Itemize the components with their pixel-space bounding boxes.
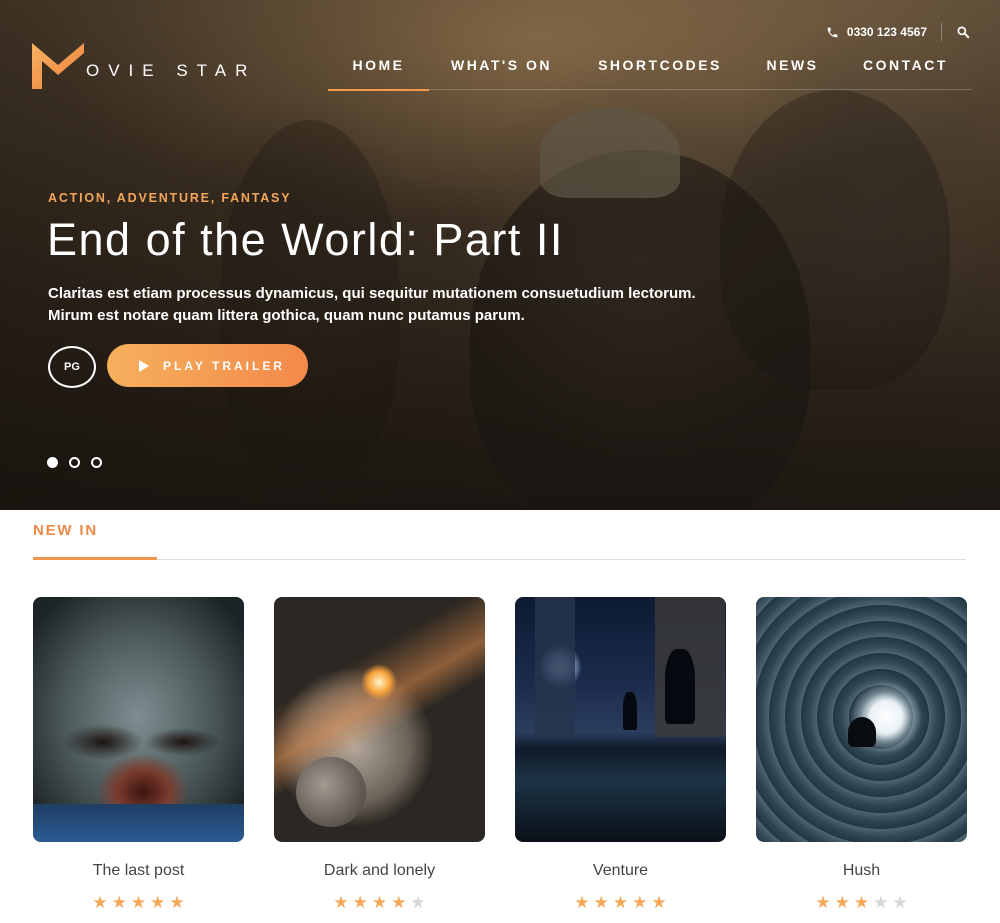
star-rating: ★ ★ ★ ★ ★ bbox=[33, 894, 244, 911]
star-rating: ★ ★ ★ ★ ★ bbox=[515, 894, 726, 911]
star-empty-icon: ★ bbox=[892, 893, 908, 912]
logo[interactable]: OVIE STAR bbox=[32, 42, 256, 90]
slider-dots bbox=[47, 457, 113, 468]
section-accent-bar bbox=[33, 557, 157, 560]
poster-detail bbox=[623, 692, 637, 730]
star-filled-icon: ★ bbox=[853, 893, 870, 912]
movie-poster[interactable] bbox=[756, 597, 967, 842]
hero-description-line-1: Claritas est etiam processus dynamicus, … bbox=[48, 285, 696, 302]
nav-item-home[interactable]: HOME bbox=[328, 52, 429, 91]
movie-poster[interactable] bbox=[515, 597, 726, 842]
hero-title: End of the World: Part II bbox=[47, 214, 564, 265]
slider-dot-2[interactable] bbox=[69, 457, 80, 468]
rating-badge: PG bbox=[48, 346, 96, 388]
play-trailer-button[interactable]: PLAY TRAILER bbox=[107, 344, 308, 387]
movie-card[interactable]: Hush ★ ★ ★ ★ ★ bbox=[756, 597, 967, 911]
topbar-divider bbox=[941, 23, 942, 41]
star-filled-icon: ★ bbox=[593, 893, 609, 912]
nav-item-shortcodes[interactable]: SHORTCODES bbox=[574, 52, 746, 90]
slider-dot-3[interactable] bbox=[91, 457, 102, 468]
nav-item-news[interactable]: NEWS bbox=[746, 52, 839, 90]
star-filled-icon: ★ bbox=[333, 893, 349, 912]
movie-card[interactable]: Dark and lonely ★ ★ ★ ★ ★ bbox=[274, 597, 485, 911]
star-filled-icon: ★ bbox=[612, 893, 629, 912]
hero-genres: ACTION, ADVENTURE, FANTASY bbox=[48, 191, 292, 205]
star-filled-icon: ★ bbox=[632, 893, 648, 912]
movie-card[interactable]: The last post ★ ★ ★ ★ ★ bbox=[33, 597, 244, 911]
star-filled-icon: ★ bbox=[111, 893, 127, 912]
main-nav: HOME WHAT'S ON SHORTCODES NEWS CONTACT bbox=[328, 52, 972, 91]
section-divider bbox=[33, 559, 966, 560]
phone-icon bbox=[827, 27, 838, 37]
star-empty-icon: ★ bbox=[873, 893, 889, 912]
nav-item-whats-on[interactable]: WHAT'S ON bbox=[429, 52, 574, 90]
poster-detail bbox=[665, 649, 695, 724]
star-empty-icon: ★ bbox=[410, 893, 426, 912]
logo-text: OVIE STAR bbox=[86, 61, 257, 80]
movie-poster[interactable] bbox=[33, 597, 244, 842]
movie-title[interactable]: The last post bbox=[33, 862, 244, 880]
hero-banner: OVIE STAR 0330 123 4567 HOME WHAT'S ON S… bbox=[0, 0, 1000, 510]
star-filled-icon: ★ bbox=[169, 893, 185, 912]
star-filled-icon: ★ bbox=[391, 893, 407, 912]
phone-link[interactable]: 0330 123 4567 bbox=[826, 25, 927, 39]
movie-title[interactable]: Hush bbox=[756, 862, 967, 880]
poster-detail bbox=[535, 597, 575, 737]
star-filled-icon: ★ bbox=[150, 893, 166, 912]
movie-card[interactable]: Venture ★ ★ ★ ★ ★ bbox=[515, 597, 726, 911]
star-filled-icon: ★ bbox=[371, 893, 388, 912]
star-filled-icon: ★ bbox=[92, 893, 108, 912]
movie-title[interactable]: Venture bbox=[515, 862, 726, 880]
hero-description-line-2: Mirum est notare quam littera gothica, q… bbox=[48, 307, 525, 324]
star-filled-icon: ★ bbox=[834, 893, 850, 912]
star-filled-icon: ★ bbox=[574, 893, 590, 912]
search-icon[interactable] bbox=[956, 25, 970, 39]
play-trailer-label: PLAY TRAILER bbox=[163, 358, 286, 373]
slider-dot-1[interactable] bbox=[47, 457, 58, 468]
movie-title[interactable]: Dark and lonely bbox=[274, 862, 485, 880]
play-icon bbox=[139, 359, 149, 372]
poster-detail bbox=[33, 804, 244, 842]
star-filled-icon: ★ bbox=[352, 893, 368, 912]
topbar: 0330 123 4567 bbox=[826, 22, 970, 42]
star-rating: ★ ★ ★ ★ ★ bbox=[756, 894, 967, 911]
star-filled-icon: ★ bbox=[651, 893, 667, 912]
star-filled-icon: ★ bbox=[130, 893, 147, 912]
phone-number: 0330 123 4567 bbox=[846, 25, 927, 39]
hero-description: Claritas est etiam processus dynamicus, … bbox=[48, 283, 708, 327]
section-title-new-in: NEW IN bbox=[33, 522, 98, 539]
star-filled-icon: ★ bbox=[815, 893, 831, 912]
poster-detail bbox=[296, 757, 366, 827]
poster-detail bbox=[848, 717, 876, 747]
nav-item-contact[interactable]: CONTACT bbox=[839, 52, 972, 90]
logo-mark-icon bbox=[32, 43, 84, 89]
movie-poster[interactable] bbox=[274, 597, 485, 842]
star-rating: ★ ★ ★ ★ ★ bbox=[274, 894, 485, 911]
